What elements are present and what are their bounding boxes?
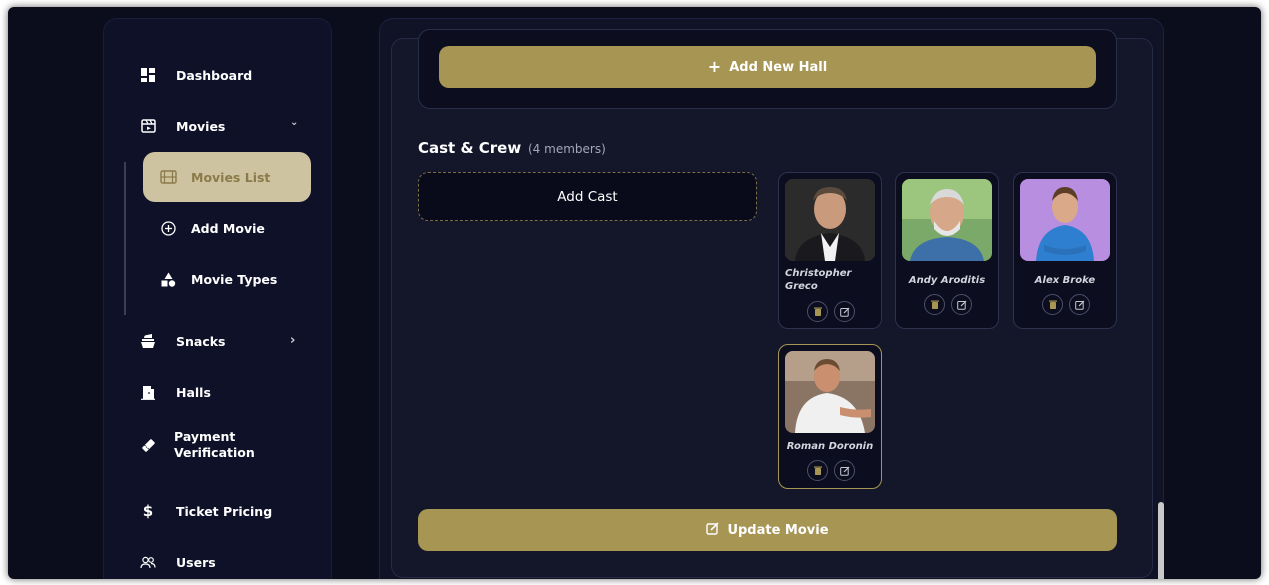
plus-icon: + bbox=[707, 57, 722, 76]
add-cast-label: Add Cast bbox=[557, 188, 618, 205]
cast-count: (4 members) bbox=[528, 142, 606, 156]
dashboard-icon bbox=[140, 67, 156, 83]
cast-card[interactable]: Andy Aroditis bbox=[895, 172, 999, 329]
film-icon bbox=[159, 168, 177, 186]
sidebar-item-halls[interactable]: Halls bbox=[140, 377, 211, 407]
users-icon bbox=[140, 554, 156, 570]
sidebar-item-ticket-pricing[interactable]: $ Ticket Pricing bbox=[140, 496, 272, 526]
sub-item-label: Add Movie bbox=[191, 220, 265, 236]
edit-icon bbox=[956, 300, 966, 310]
chevron-right-icon[interactable]: › bbox=[290, 333, 295, 348]
cast-name: Christopher Greco bbox=[785, 268, 852, 292]
cast-photo bbox=[902, 179, 992, 261]
sidebar-item-label: Payment Verification bbox=[174, 429, 255, 460]
cast-actions bbox=[1014, 294, 1118, 315]
cast-name: Alex Broke bbox=[1034, 275, 1096, 286]
halls-icon bbox=[140, 384, 156, 400]
cast-photo bbox=[785, 179, 875, 261]
add-new-hall-label: Add New Hall bbox=[729, 59, 828, 75]
cast-card[interactable]: Christopher Greco bbox=[778, 172, 882, 329]
sidebar-item-label: Snacks bbox=[176, 333, 226, 349]
delete-cast-button[interactable] bbox=[807, 301, 828, 322]
cast-name: Roman Doronin bbox=[786, 441, 874, 452]
trash-icon bbox=[1048, 300, 1057, 309]
edit-icon bbox=[1074, 300, 1084, 310]
submenu-divider bbox=[124, 162, 126, 315]
delete-cast-button[interactable] bbox=[1042, 294, 1063, 315]
update-movie-label: Update Movie bbox=[727, 522, 829, 538]
edit-cast-button[interactable] bbox=[1069, 294, 1090, 315]
cast-photo bbox=[785, 351, 875, 433]
sidebar-item-movie-types[interactable]: Movie Types bbox=[143, 254, 311, 304]
edit-icon bbox=[839, 466, 849, 476]
cast-actions bbox=[896, 294, 1000, 315]
plus-circle-icon bbox=[159, 219, 177, 237]
sidebar-item-add-movie[interactable]: Add Movie bbox=[143, 203, 311, 253]
sidebar-item-users[interactable]: Users bbox=[140, 547, 216, 577]
edit-icon bbox=[839, 307, 849, 317]
snacks-icon bbox=[140, 333, 156, 349]
app-frame: Dashboard Movies ⌄ Movies List Add Movie bbox=[8, 7, 1261, 579]
trash-icon bbox=[813, 307, 822, 316]
sidebar-item-label: Dashboard bbox=[176, 67, 253, 83]
cast-photo bbox=[1020, 179, 1110, 261]
sidebar-item-label: Users bbox=[176, 554, 216, 570]
edit-cast-button[interactable] bbox=[834, 460, 855, 481]
sidebar-item-label: Ticket Pricing bbox=[176, 503, 273, 519]
cast-card[interactable]: Alex Broke bbox=[1013, 172, 1117, 329]
sidebar-item-movies[interactable]: Movies ⌄ bbox=[140, 111, 300, 141]
trash-icon bbox=[813, 466, 822, 475]
main-panel: + Add New Hall Cast & Crew (4 members) A… bbox=[379, 18, 1164, 579]
chevron-down-icon[interactable]: ⌄ bbox=[290, 117, 298, 128]
delete-cast-button[interactable] bbox=[807, 460, 828, 481]
cast-actions bbox=[779, 301, 883, 322]
edit-icon bbox=[706, 522, 720, 538]
sidebar-item-snacks[interactable]: Snacks › bbox=[140, 326, 300, 356]
trash-icon bbox=[930, 300, 939, 309]
update-movie-button[interactable]: Update Movie bbox=[418, 509, 1117, 551]
halls-section: + Add New Hall bbox=[418, 29, 1117, 109]
edit-cast-button[interactable] bbox=[951, 294, 972, 315]
sidebar-item-payment-verification[interactable]: Payment Verification bbox=[140, 426, 255, 464]
sidebar-item-dashboard[interactable]: Dashboard bbox=[140, 60, 252, 90]
sidebar-item-label: Movies bbox=[176, 118, 226, 134]
cast-crew-heading: Cast & Crew bbox=[418, 139, 522, 157]
delete-cast-button[interactable] bbox=[924, 294, 945, 315]
add-cast-button[interactable]: Add Cast bbox=[418, 172, 757, 221]
cast-actions bbox=[779, 460, 883, 481]
sidebar-item-label: Halls bbox=[176, 384, 211, 400]
shapes-icon bbox=[159, 270, 177, 288]
add-new-hall-button[interactable]: + Add New Hall bbox=[439, 46, 1096, 88]
dollar-icon: $ bbox=[142, 502, 154, 520]
edit-cast-button[interactable] bbox=[834, 301, 855, 322]
sidebar: Dashboard Movies ⌄ Movies List Add Movie bbox=[103, 18, 332, 579]
ticket-icon bbox=[140, 437, 156, 453]
movie-form[interactable]: + Add New Hall Cast & Crew (4 members) A… bbox=[391, 29, 1164, 579]
cast-card[interactable]: Roman Doronin bbox=[778, 344, 882, 489]
sidebar-item-movies-list[interactable]: Movies List bbox=[143, 152, 311, 202]
scrollbar-thumb[interactable] bbox=[1158, 502, 1164, 579]
sub-item-label: Movie Types bbox=[191, 271, 278, 287]
sub-item-label: Movies List bbox=[191, 169, 271, 185]
movies-icon bbox=[140, 118, 156, 134]
cast-name: Andy Aroditis bbox=[908, 275, 986, 286]
